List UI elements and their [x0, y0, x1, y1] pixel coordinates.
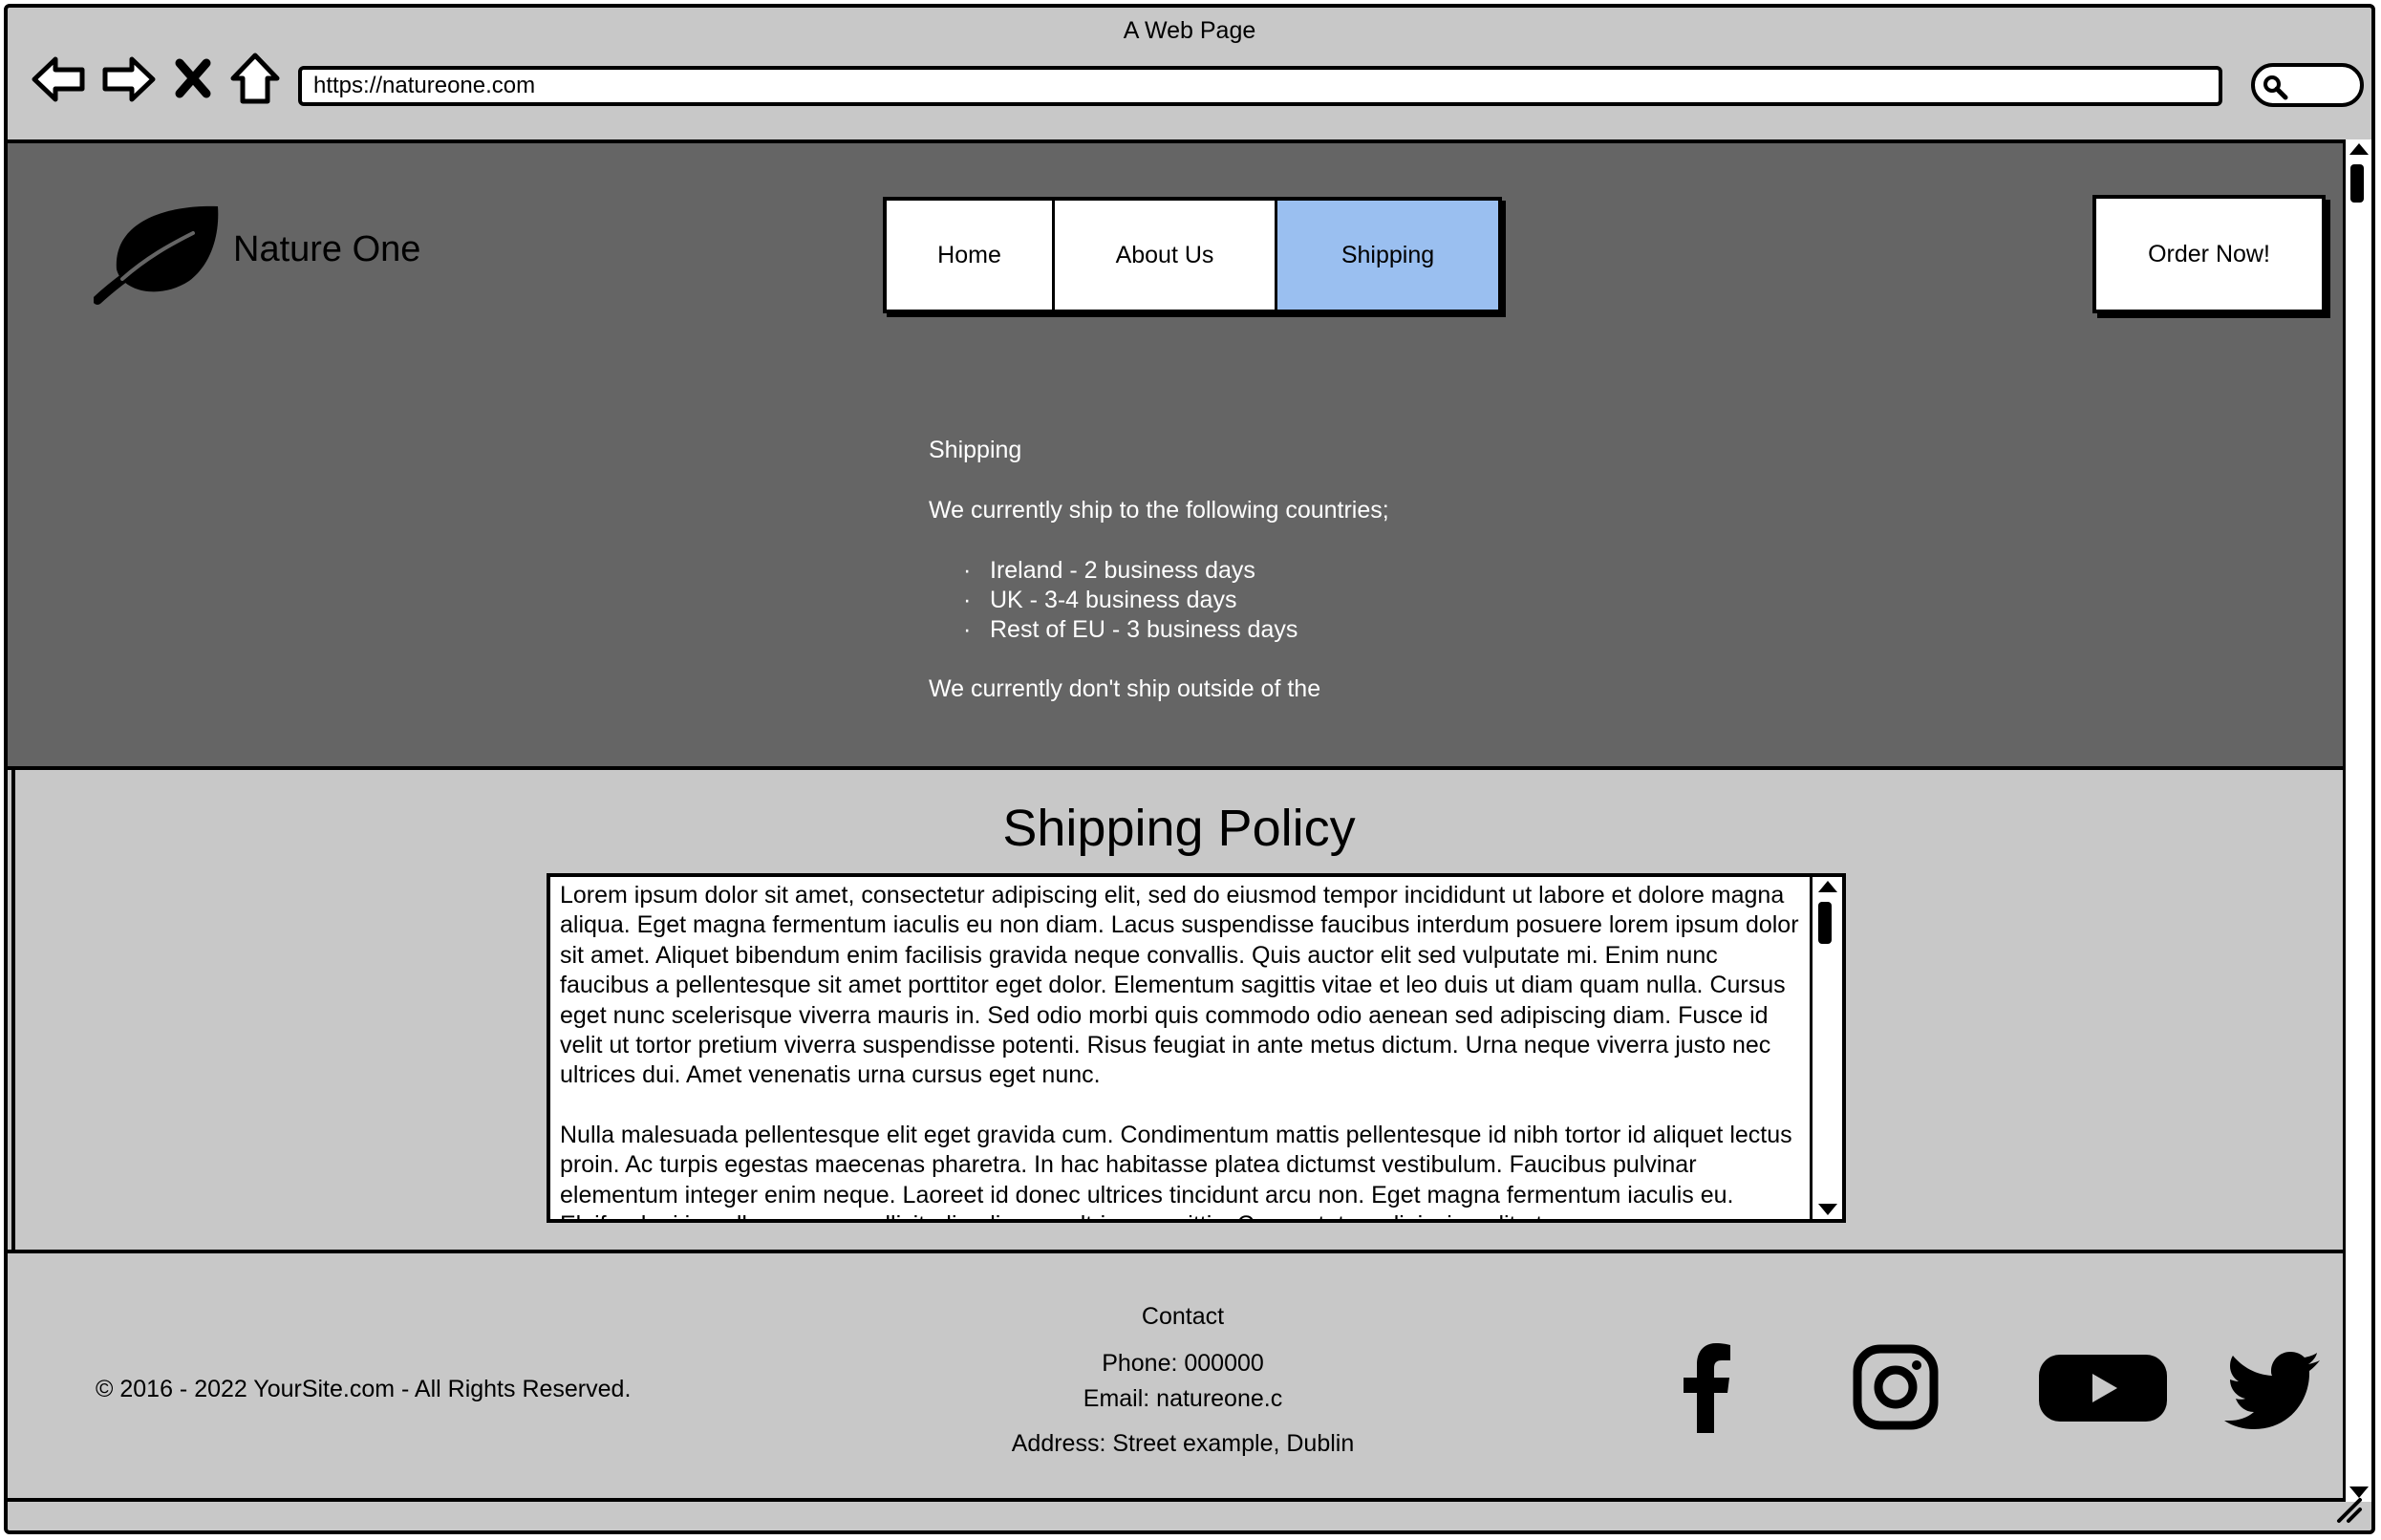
nav-tab-shipping[interactable]: Shipping	[1277, 201, 1498, 310]
search-icon	[2263, 75, 2288, 100]
site-footer: © 2016 - 2022 YourSite.com - All Rights …	[8, 1250, 2350, 1502]
browser-search-button[interactable]	[2251, 63, 2364, 107]
policy-text-area[interactable]: Lorem ipsum dolor sit amet, consectetur …	[547, 873, 1846, 1223]
contact-info: Contact Phone: 000000 Email: natureone.c…	[963, 1303, 1403, 1465]
scroll-down-arrow-icon[interactable]	[1818, 1204, 1837, 1215]
leaf-logo-icon[interactable]	[93, 201, 227, 306]
nav-tab-home[interactable]: Home	[887, 201, 1055, 310]
shipping-policy-section: Shipping Policy Lorem ipsum dolor sit am…	[11, 770, 2347, 1250]
address-bar[interactable]: https://natureone.com	[298, 66, 2222, 106]
list-item: UK - 3-4 business days	[963, 586, 1789, 615]
policy-paragraph: Nulla malesuada pellentesque elit eget g…	[560, 1121, 1792, 1219]
browser-window: A Web Page https://natureone.com Nature …	[4, 4, 2375, 1534]
youtube-icon[interactable]	[2033, 1339, 2173, 1435]
policy-paragraph: Lorem ipsum dolor sit amet, consectetur …	[560, 882, 1799, 1089]
nav-tab-about-us[interactable]: About Us	[1055, 201, 1277, 310]
shipping-note: We currently don't ship outside of the	[929, 675, 1321, 702]
order-now-button[interactable]: Order Now!	[2092, 195, 2326, 313]
policy-scrollbar[interactable]	[1810, 877, 1842, 1219]
copyright-text: © 2016 - 2022 YourSite.com - All Rights …	[96, 1376, 632, 1402]
instagram-icon[interactable]	[1848, 1339, 1943, 1435]
shipping-heading: Shipping	[929, 437, 1022, 463]
home-icon[interactable]	[225, 50, 285, 109]
shipping-info: Shipping We currently ship to the follow…	[929, 436, 1789, 735]
main-navigation: Home About Us Shipping	[883, 197, 1502, 313]
forward-arrow-icon[interactable]	[99, 50, 159, 109]
scroll-up-arrow-icon[interactable]	[1818, 881, 1837, 892]
resize-grip-icon[interactable]	[2335, 1496, 2364, 1525]
contact-phone: Phone: 000000	[1102, 1350, 1264, 1377]
contact-address: Address: Street example, Dublin	[1011, 1430, 1355, 1457]
facebook-icon[interactable]	[1659, 1339, 1754, 1435]
stop-x-icon[interactable]	[170, 50, 216, 109]
twitter-icon[interactable]	[2222, 1339, 2324, 1435]
shipping-country-list: Ireland - 2 business days UK - 3-4 busin…	[963, 556, 1789, 645]
contact-email: Email: natureone.c	[1083, 1385, 1283, 1412]
site-header: Nature One Home About Us Shipping Order …	[8, 139, 2350, 770]
list-item: Ireland - 2 business days	[963, 556, 1789, 586]
window-title: A Web Page	[1123, 17, 1256, 44]
policy-title: Shipping Policy	[1002, 800, 1356, 857]
site-logo-text[interactable]: Nature One	[233, 229, 420, 270]
scroll-thumb[interactable]	[2350, 164, 2364, 203]
policy-text: Lorem ipsum dolor sit amet, consectetur …	[560, 881, 1807, 1219]
back-arrow-icon[interactable]	[29, 50, 88, 109]
shipping-intro: We currently ship to the following count…	[929, 497, 1389, 524]
page-scrollbar[interactable]	[2343, 139, 2371, 1502]
list-item: Rest of EU - 3 business days	[963, 615, 1789, 645]
scroll-thumb[interactable]	[1818, 902, 1832, 944]
scroll-up-arrow-icon[interactable]	[2349, 143, 2369, 155]
contact-heading: Contact	[1141, 1303, 1225, 1330]
